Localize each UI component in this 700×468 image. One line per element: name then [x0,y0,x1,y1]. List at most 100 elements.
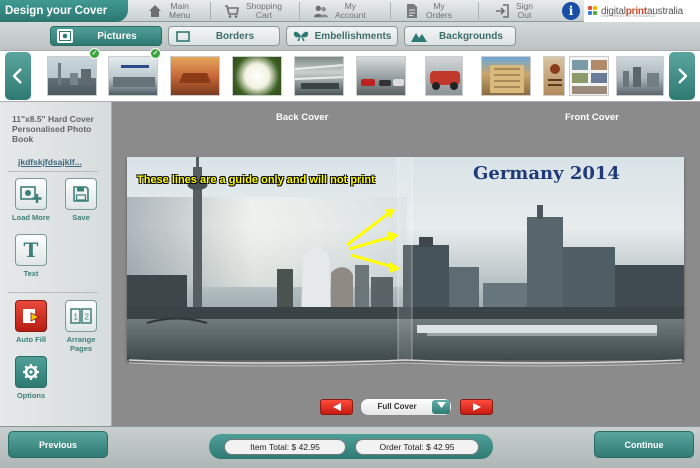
thumbnail-skyline-2[interactable] [616,56,664,96]
arrange-pages-icon: 12 [65,300,97,332]
item-total: Item Total: $ 42.95 [224,439,346,455]
svg-text:1: 1 [74,313,79,322]
nav-my-account-label: My Account [335,1,366,20]
next-cover-button[interactable] [460,399,493,415]
text-t-icon: T [15,234,47,266]
app-title: Design your Cover [0,0,128,22]
gear-icon [15,356,47,388]
asset-tabs: Pictures Borders Embellishments Backgrou… [0,22,700,50]
nav-divider [210,2,211,20]
tab-embellishments[interactable]: Embellishments [286,26,398,46]
info-icon[interactable]: i [562,2,580,20]
arrange-pages-button[interactable]: 12 Arrange Pages [57,300,105,353]
arrange-pages-label: Arrange Pages [66,335,96,353]
sidebar-divider [8,171,98,172]
design-canvas-area: Back Cover Front Cover These lines are a… [113,102,700,426]
city-panorama-image [127,157,684,360]
tab-borders[interactable]: Borders [168,26,280,46]
cover-view-value: Full Cover [377,402,417,411]
thumbnail-car-park[interactable] [356,56,406,96]
nav-shopping-cart-label: Shopping Cart [246,1,282,20]
cover-view-select[interactable]: Full Cover [360,398,452,416]
project-name-link[interactable]: jkdfskjfdsajklf... [18,157,82,167]
previous-button[interactable]: Previous [8,431,108,458]
cover-photo[interactable]: These lines are a guide only and will no… [127,157,684,360]
nav-divider [299,2,300,20]
guide-notice: These lines are a guide only and will no… [137,174,375,186]
continue-button[interactable]: Continue [594,431,694,458]
logo-mark-icon [588,6,598,16]
carousel-next-button[interactable] [669,52,695,100]
save-disk-icon [65,178,97,210]
tab-borders-label: Borders [215,30,255,42]
save-button[interactable]: Save [57,178,105,222]
auto-fill-icon [15,300,47,332]
thumbnail-city-skyline[interactable] [47,56,97,96]
chevron-left-icon [13,68,22,84]
sidebar-divider [8,292,98,293]
border-frame-icon [175,29,191,43]
previous-cover-button[interactable] [320,399,353,415]
front-cover-label: Front Cover [565,112,619,123]
auto-fill-label: Auto Fill [16,335,46,344]
order-total: Order Total: $ 42.95 [355,439,479,455]
picture-carousel: ✓ ✓ [0,48,700,102]
nav-my-orders[interactable]: My Orders [404,0,452,22]
load-more-button[interactable]: Load More [7,178,55,222]
book-pages-edge [128,359,683,367]
arrow-left-icon [332,403,341,411]
text-tool-button[interactable]: T Text [7,234,55,278]
thumbnail-vintage-car[interactable] [425,56,463,96]
nav-shopping-cart[interactable]: Shopping Cart [224,0,282,22]
arrow-right-icon [472,403,481,411]
chevron-right-icon [678,68,687,84]
tools-sidebar: 11"x8.5" Hard Cover Personalised Photo B… [0,102,112,426]
brand-logo: digitalprintaustralia ONE CREATIVE RESOU… [584,0,700,22]
options-label: Options [16,391,46,400]
load-more-label: Load More [12,213,50,222]
thumbnail-flower[interactable] [232,56,282,96]
nav-my-account[interactable]: My Account [313,0,366,22]
svg-text:2: 2 [85,313,90,322]
nav-main-menu-label: Main Menu [169,1,191,20]
nav-my-orders-label: My Orders [426,1,452,20]
text-label: Text [23,269,39,278]
logo-tagline: ONE CREATIVE RESOURCE [601,14,657,18]
thumbnail-building-facade[interactable] [481,56,531,96]
thumbnail-book-page[interactable] [543,56,565,96]
cover-title-text[interactable]: Germany 2014 [473,163,620,184]
home-icon [147,3,163,19]
options-button[interactable]: Options [7,356,55,400]
back-cover-label: Back Cover [276,112,329,123]
butterfly-icon [293,29,309,43]
nav-divider [478,2,479,20]
used-checkmark-icon: ✓ [150,48,161,59]
cover-spread[interactable]: These lines are a guide only and will no… [127,157,684,367]
mountain-icon [411,29,427,43]
chevron-down-icon[interactable] [432,400,450,414]
tab-backgrounds-label: Backgrounds [439,30,503,42]
product-title: 11"x8.5" Hard Cover Personalised Photo B… [12,114,94,144]
tab-embellishments-label: Embellishments [314,30,392,42]
thumbnail-desert-rock[interactable] [170,56,220,96]
nav-divider [390,2,391,20]
tab-pictures-label: Pictures [97,30,137,42]
tab-pictures[interactable]: Pictures [50,26,162,46]
sign-out-icon [494,3,510,19]
document-icon [404,3,420,19]
auto-fill-button[interactable]: Auto Fill [7,300,55,344]
used-checkmark-icon: ✓ [89,48,100,59]
top-bar: Design your Cover Main Menu Shopping Car… [0,0,700,22]
cart-icon [224,3,240,19]
thumbnail-germany-2014-cover[interactable] [108,56,158,96]
carousel-prev-button[interactable] [5,52,31,100]
thumbnail-collage[interactable] [569,56,609,96]
user-icon [313,3,329,19]
nav-sign-out-label: Sign Out [516,1,534,20]
add-picture-icon [15,178,47,210]
nav-main-menu[interactable]: Main Menu [147,0,190,22]
tab-backgrounds[interactable]: Backgrounds [404,26,516,46]
thumbnail-parking-garage[interactable] [294,56,344,96]
footer-bar: Previous Item Total: $ 42.95 Order Total… [0,426,700,468]
nav-sign-out[interactable]: Sign Out [494,0,533,22]
